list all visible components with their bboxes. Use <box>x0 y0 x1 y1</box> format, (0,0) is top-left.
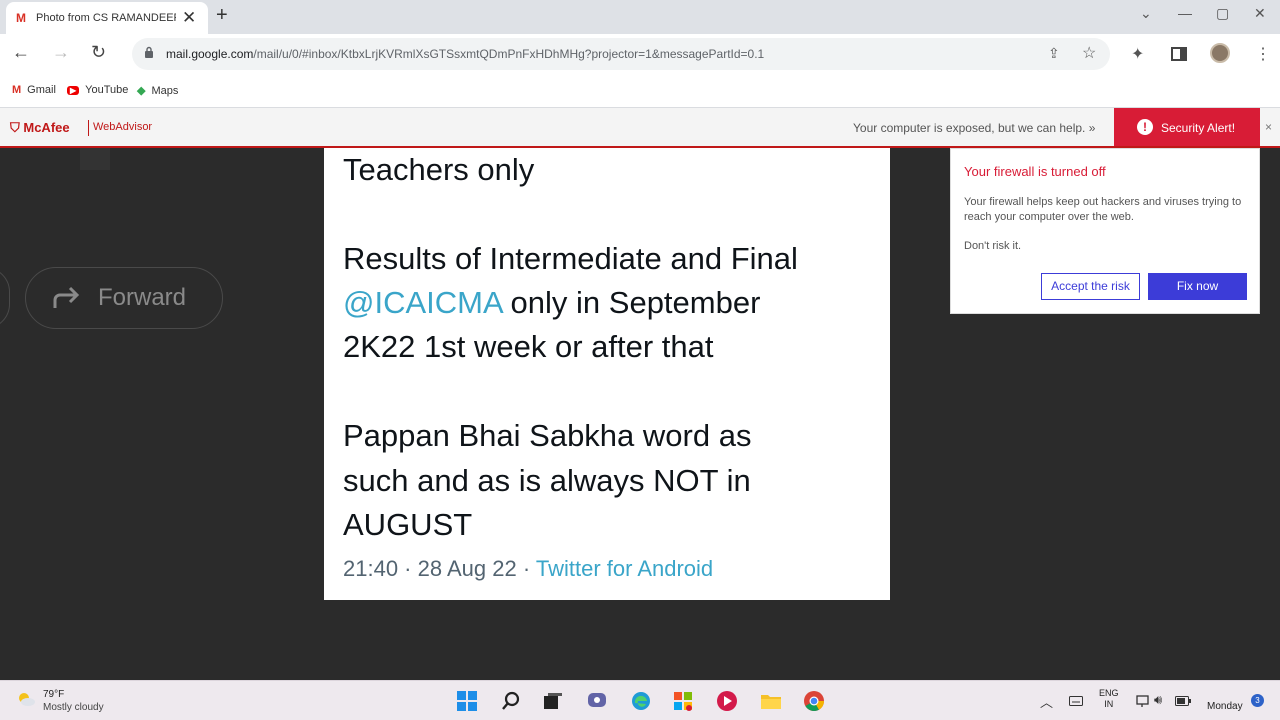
mention-link: @ICAICMA <box>343 285 502 320</box>
maximize-button[interactable]: ▢ <box>1216 5 1229 22</box>
close-bar-icon[interactable]: × <box>1265 120 1272 134</box>
tweet-meta: 21:40 · 28 Aug 22 · Twitter for Android <box>343 556 714 581</box>
bookmark-label: YouTube <box>85 84 129 96</box>
bookmark-label: Gmail <box>27 84 56 96</box>
start-icon[interactable] <box>456 690 478 712</box>
file-explorer-icon[interactable] <box>760 690 782 712</box>
tab-title: Photo from CS RAMANDEEP S <box>36 12 176 24</box>
search-icon[interactable] <box>500 690 522 712</box>
bookmark-gmail[interactable]: M Gmail <box>12 84 56 96</box>
partly-cloudy-icon <box>19 693 35 706</box>
bookmark-maps[interactable]: ◆ Maps <box>137 84 179 98</box>
volume-icon[interactable]: 🔊︎ <box>1154 692 1162 708</box>
tab-search-icon[interactable]: ⌄ <box>1140 5 1152 22</box>
lock-icon <box>145 46 153 58</box>
fix-now-button[interactable]: Fix now <box>1148 273 1247 300</box>
region-code: IN <box>1104 699 1114 709</box>
network-icon[interactable] <box>1136 694 1150 708</box>
bookmarks-bar: M Gmail ▶ YouTube ◆ Maps <box>0 74 1280 108</box>
browser-tab[interactable]: M Photo from CS RAMANDEEP S ✕ <box>6 2 208 34</box>
menu-icon[interactable]: ⋮ <box>1255 44 1271 64</box>
mcafee-webadvisor-bar: ⛉ McAfee WebAdvisor Your computer is exp… <box>0 108 1280 148</box>
side-panel-icon[interactable] <box>1171 47 1187 61</box>
exposed-message-link[interactable]: Your computer is exposed, but we can hel… <box>853 121 1095 135</box>
share-icon[interactable]: ⇪ <box>1048 45 1060 62</box>
close-window-button[interactable]: ✕ <box>1254 5 1266 22</box>
task-view-icon[interactable] <box>542 690 564 712</box>
language-indicator[interactable]: ENG IN <box>1099 688 1119 710</box>
battery-icon[interactable] <box>1175 696 1191 706</box>
avatar[interactable] <box>1210 43 1230 63</box>
store-icon[interactable] <box>672 690 694 712</box>
forward-label: Forward <box>98 284 187 311</box>
url-text: mail.google.com/mail/u/0/#inbox/KtbxLrjK… <box>166 47 765 61</box>
media-player-icon[interactable] <box>716 690 738 712</box>
firewall-popup: Your firewall is turned off Your firewal… <box>950 148 1260 314</box>
youtube-icon: ▶ <box>67 85 80 95</box>
tweet-line: Teachers only <box>343 152 535 187</box>
browser-toolbar: ← → ↻ mail.google.com/mail/u/0/#inbox/Kt… <box>0 34 1280 74</box>
temperature: 79°F <box>43 689 65 700</box>
tweet-image: Teachers only Results of Intermediate an… <box>324 148 890 600</box>
chrome-icon[interactable] <box>803 690 825 712</box>
clock-day[interactable]: Monday <box>1207 701 1243 712</box>
gmail-icon: M <box>16 11 26 25</box>
popup-body: Your firewall helps keep out hackers and… <box>964 196 1242 223</box>
gmail-icon: M <box>12 84 22 96</box>
keyboard-icon[interactable] <box>1069 696 1083 706</box>
forward-nav-icon[interactable]: → <box>52 42 70 63</box>
bookmark-label: Maps <box>151 84 179 97</box>
forward-button[interactable]: Forward <box>25 267 223 329</box>
taskbar: 79°F Mostly cloudy ︿ ENG IN 🔊︎ Monday 3 <box>0 680 1280 720</box>
tweet-line: such and as is always NOT in <box>343 463 751 498</box>
security-alert-label: Security Alert! <box>1161 121 1236 135</box>
previous-action-button[interactable] <box>0 267 10 329</box>
popup-warning: Don't risk it. <box>964 240 1022 252</box>
popup-heading: Your firewall is turned off <box>964 164 1106 179</box>
minimize-button[interactable]: — <box>1178 5 1192 21</box>
notification-badge[interactable]: 3 <box>1251 694 1264 707</box>
alert-icon: ! <box>1137 119 1153 135</box>
edge-icon[interactable] <box>630 690 652 712</box>
back-icon[interactable]: ← <box>12 42 30 63</box>
address-bar[interactable]: mail.google.com/mail/u/0/#inbox/KtbxLrjK… <box>132 38 1110 70</box>
webadvisor-label: WebAdvisor <box>93 121 153 133</box>
mcafee-logo: ⛉ McAfee <box>10 120 70 135</box>
bookmark-youtube[interactable]: ▶ YouTube <box>67 84 128 96</box>
tab-strip: M Photo from CS RAMANDEEP S ✕ + ⌄ — ▢ ✕ <box>0 0 1280 34</box>
language-code: ENG <box>1099 688 1119 698</box>
reload-icon[interactable]: ↻ <box>91 42 106 63</box>
maps-icon: ◆ <box>137 85 146 97</box>
thumbnail-fragment <box>80 148 110 170</box>
tweet-line: AUGUST <box>343 507 473 542</box>
accept-risk-button[interactable]: Accept the risk <box>1041 273 1140 300</box>
close-tab-icon[interactable]: ✕ <box>182 8 196 28</box>
tweet-line: 2K22 1st week or after that <box>343 329 714 364</box>
tweet-line: @ICAICMA only in September <box>343 285 761 320</box>
tweet-line: Pappan Bhai Sabkha word as <box>343 418 752 453</box>
teams-chat-icon[interactable] <box>586 690 608 712</box>
new-tab-button[interactable]: + <box>216 4 228 27</box>
divider <box>88 120 89 136</box>
extensions-icon[interactable]: ✦ <box>1131 44 1144 64</box>
forward-arrow-icon <box>53 286 80 308</box>
bookmark-star-icon[interactable]: ☆ <box>1082 43 1096 63</box>
weather-condition: Mostly cloudy <box>43 702 104 713</box>
tweet-line: Results of Intermediate and Final <box>343 241 798 276</box>
chevron-up-icon[interactable]: ︿ <box>1040 692 1053 711</box>
security-alert-button[interactable]: ! Security Alert! <box>1114 108 1260 146</box>
